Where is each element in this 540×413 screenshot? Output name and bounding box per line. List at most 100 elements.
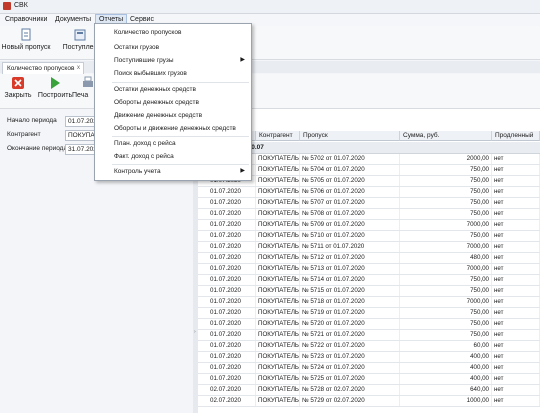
cell-date: 01.07.2020 bbox=[208, 220, 256, 230]
table-row[interactable]: 01.07.2020 ПОКУПАТЕЛЬ № 5713 от 01.07.2020… bbox=[198, 264, 540, 275]
cell-ext: нет bbox=[492, 363, 540, 373]
column-header-extended[interactable]: Продленный bbox=[492, 131, 540, 141]
cell-pass: № 5702 от 01.07.2020 bbox=[300, 154, 400, 164]
cell-pass: № 5728 от 02.07.2020 bbox=[300, 385, 400, 395]
new-pass-button[interactable]: Новый пропуск bbox=[1, 28, 51, 51]
menu-documents[interactable]: Документы bbox=[52, 14, 94, 26]
cell-sum: 480,00 bbox=[400, 253, 492, 263]
printer-icon bbox=[83, 76, 93, 87]
cell-sum: 7000,00 bbox=[400, 242, 492, 252]
cell-ext: нет bbox=[492, 253, 540, 263]
table-row[interactable]: 01.07.2020 ПОКУПАТЕЛЬ № 5714 от 01.07.2020… bbox=[198, 275, 540, 286]
table-row[interactable]: 01.07.2020 ПОКУПАТЕЛЬ № 5721 от 01.07.2020… bbox=[198, 330, 540, 341]
cell-pass: № 5713 от 01.07.2020 bbox=[300, 264, 400, 274]
cell-contractor: ПОКУПАТЕЛЬ bbox=[258, 264, 300, 274]
table-row[interactable]: 01.07.2020 ПОКУПАТЕЛЬ № 5708 от 01.07.2020… bbox=[198, 209, 540, 220]
cell-ext: нет bbox=[492, 187, 540, 197]
table-row[interactable]: 01.07.2020 ПОКУПАТЕЛЬ № 5710 от 01.07.2020… bbox=[198, 231, 540, 242]
menu-item-cash-turnover[interactable]: Обороты денежных средств bbox=[95, 96, 251, 109]
submenu-arrow-icon: ▶ bbox=[240, 57, 245, 63]
cell-pass: № 5729 от 02.07.2020 bbox=[300, 396, 400, 406]
menu-item-accounting-control[interactable]: Контроль учета ▶ bbox=[95, 165, 251, 178]
cell-date: 01.07.2020 bbox=[208, 253, 256, 263]
tab-pass-count[interactable]: Количество пропусков x bbox=[2, 62, 84, 74]
cell-pass: № 5708 от 01.07.2020 bbox=[300, 209, 400, 219]
table-row[interactable]: 01.07.2020 ПОКУПАТЕЛЬ № 5706 от 01.07.2020… bbox=[198, 187, 540, 198]
cell-pass: № 5724 от 01.07.2020 bbox=[300, 363, 400, 373]
receipts-icon bbox=[74, 29, 86, 41]
cell-pass: № 5706 от 01.07.2020 bbox=[300, 187, 400, 197]
menu-item-pass-count[interactable]: Количество пропусков bbox=[95, 26, 251, 39]
play-icon bbox=[51, 77, 60, 89]
cell-date: 01.07.2020 bbox=[208, 286, 256, 296]
cell-ext: нет bbox=[492, 165, 540, 175]
cell-date: 01.07.2020 bbox=[208, 198, 256, 208]
table-row[interactable]: 02.07.2020 ПОКУПАТЕЛЬ № 5728 от 02.07.2020… bbox=[198, 385, 540, 396]
cell-date: 01.07.2020 bbox=[208, 297, 256, 307]
cell-pass: № 5718 от 01.07.2020 bbox=[300, 297, 400, 307]
cell-sum: 750,00 bbox=[400, 165, 492, 175]
cell-pass: № 5721 от 01.07.2020 bbox=[300, 330, 400, 340]
table-row[interactable]: 01.07.2020 ПОКУПАТЕЛЬ № 5709 от 01.07.2020… bbox=[198, 220, 540, 231]
column-header-sum[interactable]: Сумма, руб. bbox=[400, 131, 492, 141]
cell-pass: № 5707 от 01.07.2020 bbox=[300, 198, 400, 208]
cell-ext: нет bbox=[492, 385, 540, 395]
table-row[interactable]: 01.07.2020 ПОКУПАТЕЛЬ № 5725 от 01.07.2020… bbox=[198, 374, 540, 385]
close-tab-icon[interactable]: x bbox=[77, 63, 80, 74]
table-row[interactable]: 01.07.2020 ПОКУПАТЕЛЬ № 5718 от 01.07.2020… bbox=[198, 297, 540, 308]
receipts-label: Поступлен bbox=[62, 44, 98, 51]
build-label: Построить bbox=[37, 92, 73, 99]
cell-contractor: ПОКУПАТЕЛЬ bbox=[258, 220, 300, 230]
cell-date: 01.07.2020 bbox=[208, 352, 256, 362]
column-header-pass[interactable]: Пропуск bbox=[300, 131, 400, 141]
table-row[interactable]: 02.07.2020 ПОКУПАТЕЛЬ № 5729 от 02.07.2020… bbox=[198, 396, 540, 407]
cell-sum: 750,00 bbox=[400, 209, 492, 219]
cell-sum: 640,00 bbox=[400, 385, 492, 395]
menu-item-turnover-and-flow[interactable]: Обороты и движение денежных средств bbox=[95, 122, 251, 135]
table-row[interactable]: 01.07.2020 ПОКУПАТЕЛЬ № 5707 от 01.07.2020… bbox=[198, 198, 540, 209]
cell-ext: нет bbox=[492, 352, 540, 362]
table-row[interactable]: 01.07.2020 ПОКУПАТЕЛЬ № 5720 от 01.07.2020… bbox=[198, 319, 540, 330]
splitter-arrow-icon[interactable]: › bbox=[194, 329, 196, 335]
cell-date: 01.07.2020 bbox=[208, 330, 256, 340]
menu-item-search-dropped-cargo[interactable]: Поиск выбывших грузов bbox=[95, 67, 251, 80]
new-document-icon bbox=[21, 28, 31, 41]
table-row[interactable]: 01.07.2020 ПОКУПАТЕЛЬ № 5723 от 01.07.2020… bbox=[198, 352, 540, 363]
cell-sum: 60,00 bbox=[400, 341, 492, 351]
menu-item-cash-flow[interactable]: Движение денежных средств bbox=[95, 109, 251, 122]
cell-contractor: ПОКУПАТЕЛЬ bbox=[258, 275, 300, 285]
cell-contractor: ПОКУПАТЕЛЬ bbox=[258, 385, 300, 395]
menu-item-cash-balance[interactable]: Остатки денежных средств bbox=[95, 83, 251, 96]
table-row[interactable]: 01.07.2020 ПОКУПАТЕЛЬ № 5719 от 01.07.2020… bbox=[198, 308, 540, 319]
menu-item-received-cargo[interactable]: Поступившие грузы ▶ bbox=[95, 54, 251, 67]
title-bar: СВК bbox=[0, 0, 540, 14]
menu-references[interactable]: Справочники bbox=[2, 14, 50, 26]
menu-item-actual-trip-income[interactable]: Факт. доход с рейса bbox=[95, 150, 251, 163]
ribbon: Новый пропуск Поступлен bbox=[0, 26, 540, 60]
table-row[interactable]: 01.07.2020 ПОКУПАТЕЛЬ № 5724 от 01.07.2020… bbox=[198, 363, 540, 374]
menu-item-planned-trip-income[interactable]: План. доход с рейса bbox=[95, 137, 251, 150]
table-row[interactable]: 01.07.2020 ПОКУПАТЕЛЬ № 5712 от 01.07.2020… bbox=[198, 253, 540, 264]
column-header-contractor[interactable]: Контрагент bbox=[256, 131, 300, 141]
cell-ext: нет bbox=[492, 154, 540, 164]
cell-date: 01.07.2020 bbox=[208, 242, 256, 252]
table-row[interactable]: 01.07.2020 ПОКУПАТЕЛЬ № 5722 от 01.07.2020… bbox=[198, 341, 540, 352]
cell-ext: нет bbox=[492, 286, 540, 296]
cell-pass: № 5710 от 01.07.2020 bbox=[300, 231, 400, 241]
report-toolbar: Закрыть Построить Печа bbox=[0, 74, 540, 109]
table-row[interactable]: 01.07.2020 ПОКУПАТЕЛЬ № 5715 от 01.07.2020… bbox=[198, 286, 540, 297]
cell-ext: нет bbox=[492, 264, 540, 274]
cell-ext: нет bbox=[492, 198, 540, 208]
cell-sum: 7000,00 bbox=[400, 264, 492, 274]
cell-pass: № 5712 от 01.07.2020 bbox=[300, 253, 400, 263]
cell-date: 01.07.2020 bbox=[208, 231, 256, 241]
cell-ext: нет bbox=[492, 275, 540, 285]
table-row[interactable]: 01.07.2020 ПОКУПАТЕЛЬ № 5711 от 01.07.2020… bbox=[198, 242, 540, 253]
cell-sum: 400,00 bbox=[400, 363, 492, 373]
cell-pass: № 5709 от 01.07.2020 bbox=[300, 220, 400, 230]
cell-contractor: ПОКУПАТЕЛЬ bbox=[258, 198, 300, 208]
menu-item-cargo-balance[interactable]: Остатки грузов bbox=[95, 41, 251, 54]
cell-contractor: ПОКУПАТЕЛЬ bbox=[258, 176, 300, 186]
cell-pass: № 5722 от 01.07.2020 bbox=[300, 341, 400, 351]
cell-pass: № 5704 от 01.07.2020 bbox=[300, 165, 400, 175]
